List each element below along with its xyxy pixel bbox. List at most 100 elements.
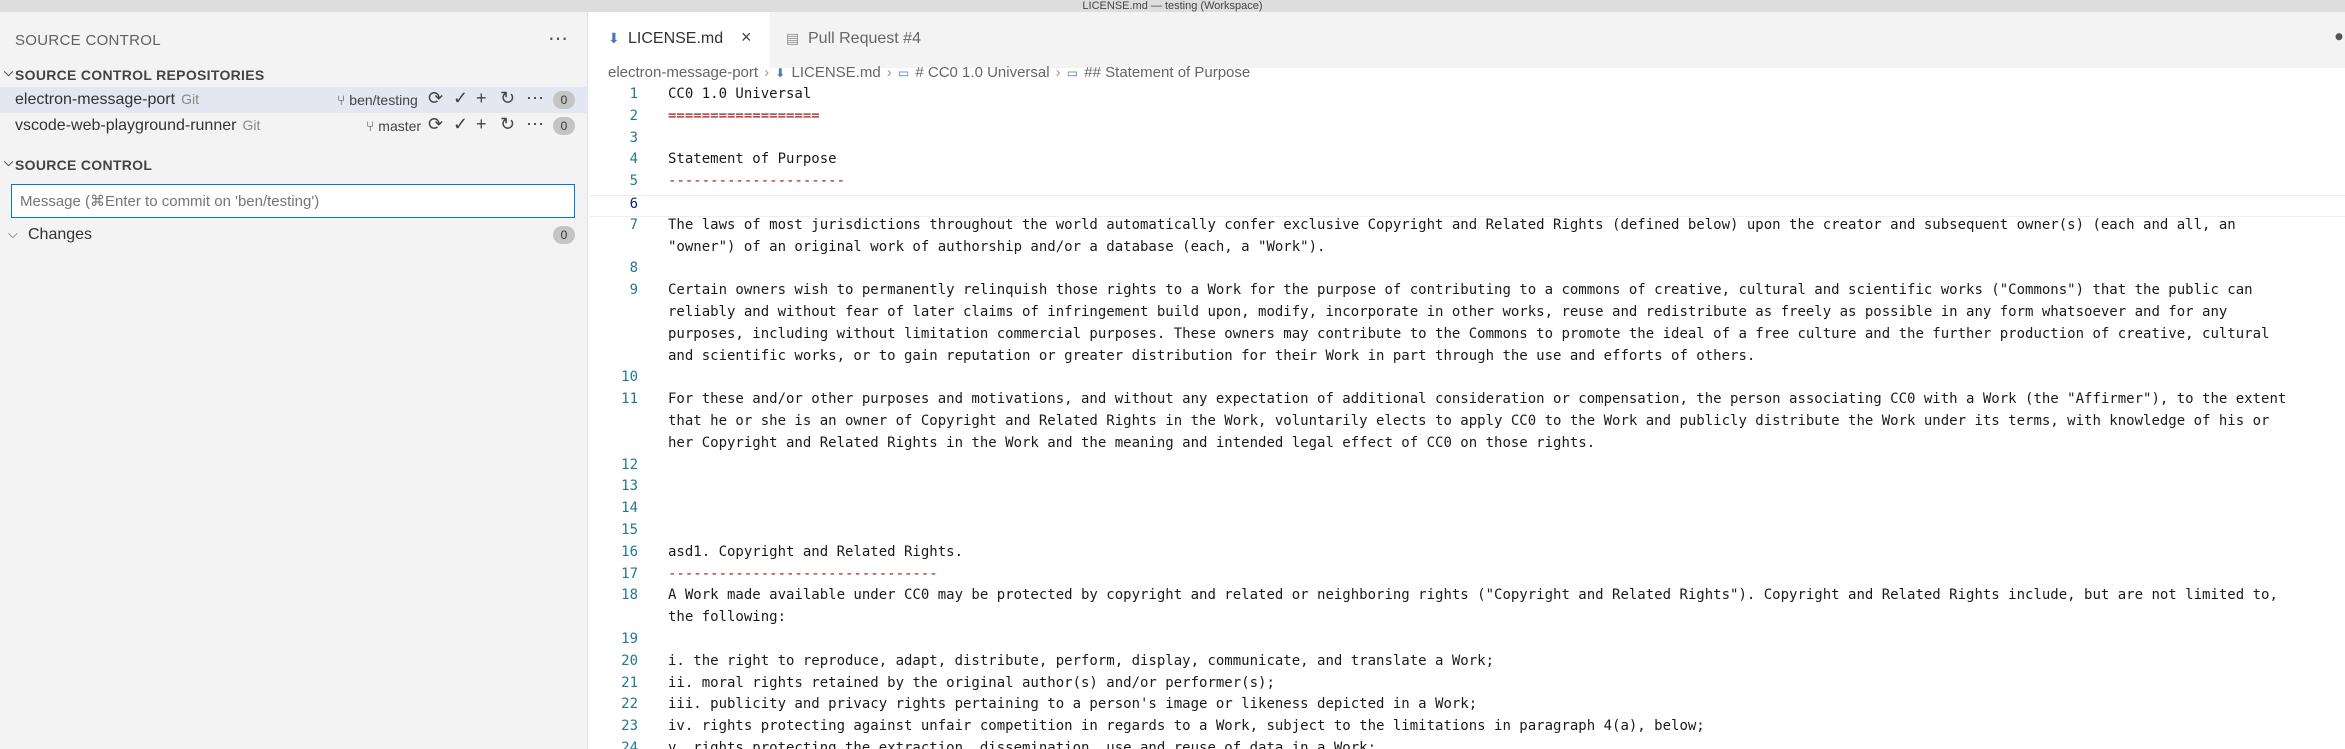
line-number: 14 [621,500,638,517]
breadcrumb-item[interactable]: # CC0 1.0 Universal [915,64,1049,81]
code-editor[interactable]: 1 CC0 1.0 Universal 2 ================== 3 4 S… [590,86,2345,749]
changes-count-badge: 0 [553,226,575,244]
count-badge: 0 [553,117,575,135]
commit-message-input[interactable] [11,184,575,218]
code-line[interactable]: 23 iv. rights protecting against unfair c… [590,718,2345,740]
tab-pull-request[interactable]: ▤ Pull Request #4 [770,12,930,68]
line-text: purposes, including without limitation c… [668,325,2270,342]
line-text: Statement of Purpose [668,151,837,168]
chevron-right-icon: › [1055,64,1061,81]
repository-name: electron-message-port [15,91,176,108]
code-line[interactable]: 22 iii. publicity and privacy rights pert… [590,696,2345,718]
more-actions-icon[interactable]: ⋯ [548,26,568,51]
code-line[interactable]: 9 Certain owners wish to permanently reli… [590,282,2345,304]
chevron-down-icon: ⌵ [8,226,18,241]
commit-check-icon[interactable]: ✓ [453,114,468,135]
line-number: 10 [621,369,638,386]
line-text: v. rights protecting the extraction, dis… [668,739,1377,749]
code-line[interactable]: 14 [590,500,2345,522]
tab-license-md[interactable]: ⬇ LICENSE.md × [590,12,770,68]
code-line[interactable]: 1 CC0 1.0 Universal [590,86,2345,108]
line-text: ================== [668,107,820,124]
source-control-section-header[interactable]: ⌵ SOURCE CONTROL [0,155,588,177]
line-text: asd1. Copyright and Related Rights. [668,543,964,560]
markdown-file-icon: ⬇ [608,30,620,46]
code-line[interactable]: 4 Statement of Purpose [590,151,2345,173]
code-line[interactable]: 10 [590,369,2345,391]
breadcrumb-item[interactable]: ## Statement of Purpose [1084,64,1250,81]
code-line[interactable]: 3 [590,130,2345,152]
line-number: 23 [621,718,638,735]
sync-icon[interactable]: ⟳ [428,88,443,109]
commit-check-icon[interactable]: ✓ [453,88,468,109]
chevron-right-icon: › [764,64,770,81]
sidebar-title: SOURCE CONTROL [15,32,161,49]
code-line[interactable]: 19 [590,631,2345,653]
code-line[interactable]: 8 [590,260,2345,282]
refresh-icon[interactable]: ↻ [500,88,515,109]
code-line[interactable]: 17 -------------------------------- [590,566,2345,588]
code-line[interactable]: that he or she is an owner of Copyright … [590,413,2345,435]
repository-row[interactable]: electron-message-port Git ⑂ ben/testing ⟳… [0,87,588,113]
line-number: 19 [621,630,638,647]
breadcrumb-item[interactable]: LICENSE.md [791,64,880,81]
chevron-down-icon: ⌵ [4,155,14,169]
breadcrumb-item[interactable]: electron-message-port [608,64,758,81]
refresh-icon[interactable]: ↻ [500,114,515,135]
line-number: 16 [621,543,638,560]
repositories-section-header[interactable]: ⌵ SOURCE CONTROL REPOSITORIES [0,65,588,87]
split-editor-icon[interactable]: ⦁ [2335,28,2343,46]
line-text: The laws of most jurisdictions throughou… [668,216,2236,233]
code-line[interactable]: reliably and without fear of later claim… [590,304,2345,326]
symbol-string-icon: ▭ [1066,66,1079,80]
repository-row[interactable]: vscode-web-playground-runner Git ⑂ master… [0,113,588,139]
sync-icon[interactable]: ⟳ [428,114,443,135]
repository-scm: Git [242,117,261,133]
code-line[interactable]: 12 [590,457,2345,479]
stage-all-plus-icon[interactable]: + [476,88,487,109]
line-number: 8 [629,260,638,277]
branch-icon: ⑂ [366,118,379,134]
window-title: LICENSE.md — testing (Workspace) [0,0,2345,12]
line-number: 2 [629,107,638,124]
line-text: iii. publicity and privacy rights pertai… [668,696,1478,713]
code-line[interactable]: 5 --------------------- [590,173,2345,195]
code-line[interactable]: 24 v. rights protecting the extraction, d… [590,740,2345,749]
code-line[interactable]: her Copyright and Related Rights in the … [590,435,2345,457]
more-actions-icon[interactable]: ⋯ [526,88,544,109]
line-number: 3 [629,129,638,146]
code-line[interactable]: 6 [590,194,2345,217]
branch-indicator[interactable]: ⑂ master [366,118,421,134]
code-line[interactable]: 20 i. the right to reproduce, adapt, dist… [590,653,2345,675]
more-actions-icon[interactable]: ⋯ [526,114,544,135]
code-line[interactable]: "owner") of an original work of authorsh… [590,239,2345,261]
code-line[interactable]: 2 ================== [590,108,2345,130]
code-line[interactable]: the following: [590,609,2345,631]
stage-all-plus-icon[interactable]: + [476,114,487,135]
code-line[interactable]: 18 A Work made available under CC0 may be… [590,587,2345,609]
line-number: 15 [621,521,638,538]
line-text: Certain owners wish to permanently relin… [668,282,2253,299]
code-line[interactable]: 21 ii. moral rights retained by the origi… [590,675,2345,697]
line-text: the following: [668,609,787,626]
line-number: 9 [629,282,638,299]
breadcrumb: electron-message-port › ⬇ LICENSE.md › ▭ #… [608,64,1252,86]
code-line[interactable]: 7 The laws of most jurisdictions througho… [590,217,2345,239]
code-line[interactable]: 11 For these and/or other purposes and mo… [590,391,2345,413]
line-number: 13 [621,478,638,495]
close-icon[interactable]: × [741,27,752,48]
pull-request-icon: ▤ [786,30,800,46]
branch-indicator[interactable]: ⑂ ben/testing [337,92,418,108]
line-number: 4 [629,151,638,168]
code-line[interactable]: purposes, including without limitation c… [590,326,2345,348]
changes-group[interactable]: ⌵ Changes 0 [0,223,588,247]
code-line[interactable]: 16 asd1. Copyright and Related Rights. [590,544,2345,566]
line-number: 21 [621,674,638,691]
symbol-string-icon: ▭ [897,66,910,80]
line-text: -------------------------------- [668,565,938,582]
code-line[interactable]: 13 [590,478,2345,500]
code-line[interactable]: and scientific works, or to gain reputat… [590,348,2345,370]
line-number: 18 [621,587,638,604]
line-number: 11 [621,391,638,408]
code-line[interactable]: 15 [590,522,2345,544]
